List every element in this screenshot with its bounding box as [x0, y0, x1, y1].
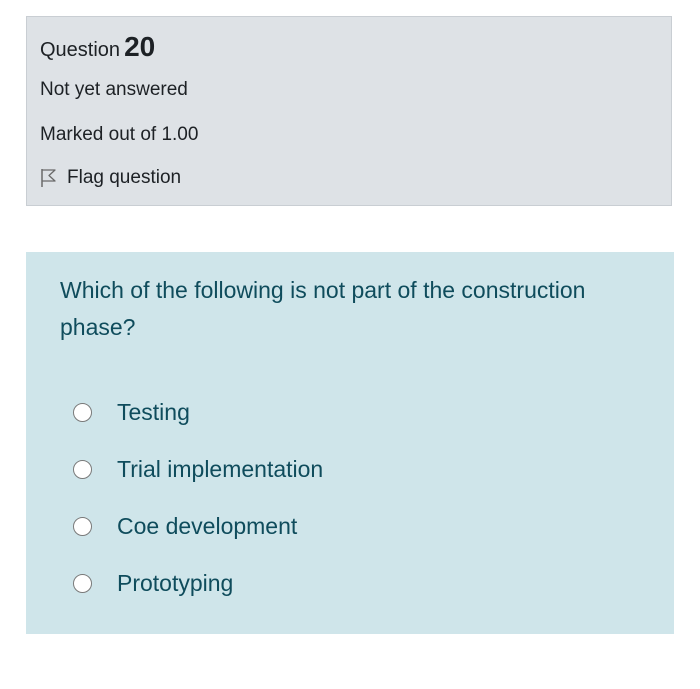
flag-question-label: Flag question	[67, 167, 182, 188]
flag-question-button[interactable]: Flag question	[40, 167, 181, 189]
flag-icon	[40, 168, 58, 188]
answer-option-prototyping[interactable]: Prototyping	[70, 555, 323, 612]
question-number: 20	[124, 31, 156, 62]
answer-option-label: Coe development	[117, 513, 298, 539]
answer-option-trial-implementation[interactable]: Trial implementation	[70, 441, 323, 498]
radio-button[interactable]	[73, 574, 92, 593]
answer-option-testing[interactable]: Testing	[70, 384, 323, 441]
radio-button[interactable]	[73, 517, 92, 536]
question-content-panel: Which of the following is not part of th…	[26, 252, 674, 634]
answer-option-label: Trial implementation	[117, 456, 324, 482]
answer-options: Testing Trial implementation Coe develop…	[70, 384, 323, 612]
question-state: Not yet answered	[40, 79, 188, 100]
question-label: Question	[40, 39, 121, 61]
radio-button[interactable]	[73, 460, 92, 479]
question-grade: Marked out of 1.00	[40, 124, 199, 145]
answer-option-coe-development[interactable]: Coe development	[70, 498, 323, 555]
question-info-panel: Question 20 Not yet answered Marked out o…	[26, 16, 672, 206]
answer-option-label: Testing	[117, 399, 190, 425]
question-number-heading: Question 20	[40, 31, 155, 63]
answer-option-label: Prototyping	[117, 570, 234, 596]
question-text: Which of the following is not part of th…	[60, 277, 586, 340]
radio-button[interactable]	[73, 403, 92, 422]
